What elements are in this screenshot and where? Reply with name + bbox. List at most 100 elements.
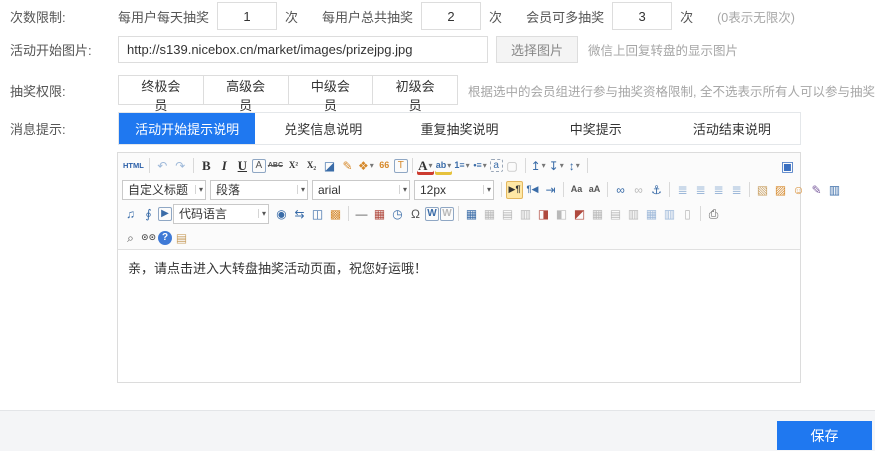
indent-icon[interactable]: ⇥: [542, 181, 559, 199]
member-option-intermediate[interactable]: 中级会员: [288, 75, 374, 105]
align-center-icon[interactable]: ≣: [692, 181, 709, 199]
direction-rtl-icon[interactable]: ¶◀: [524, 181, 541, 199]
paste-icon[interactable]: ▤: [173, 229, 190, 247]
insert-column-icon[interactable]: ◨: [535, 205, 552, 223]
clear-doc-icon[interactable]: ▢: [504, 157, 521, 175]
background-icon[interactable]: ▩: [327, 205, 344, 223]
preview-icon[interactable]: ⌕: [122, 229, 139, 247]
custom-title-select[interactable]: 自定义标题▾: [122, 180, 206, 200]
link-icon[interactable]: ∞: [612, 181, 629, 199]
align-right-icon[interactable]: ≣: [710, 181, 727, 199]
tab-activity-start-note[interactable]: 活动开始提示说明: [119, 113, 255, 144]
print-icon[interactable]: ⎙: [705, 205, 722, 223]
editor-content[interactable]: 亲，请点击进入大转盘抽奖活动页面，祝您好运哦！: [118, 249, 800, 382]
doc-convert-icon[interactable]: W: [440, 207, 454, 221]
superscript-icon[interactable]: X²: [285, 157, 302, 175]
code-language-select[interactable]: 代码语言▾: [173, 204, 269, 224]
paragraph-select[interactable]: 段落▾: [210, 180, 308, 200]
delete-table-icon[interactable]: ▦: [481, 205, 498, 223]
remove-format-icon[interactable]: ◪: [321, 157, 338, 175]
italic-icon[interactable]: I: [216, 157, 233, 175]
search-replace-icon[interactable]: ⊙⊙: [140, 229, 157, 247]
cell-props-icon[interactable]: ▥: [661, 205, 678, 223]
font-color-icon[interactable]: A: [417, 157, 434, 175]
strikethrough-icon[interactable]: ABC: [267, 157, 284, 175]
background-color-icon[interactable]: ab: [435, 157, 453, 175]
paste-plain-icon[interactable]: T: [394, 159, 408, 173]
ordered-list-icon[interactable]: 1≡: [453, 157, 470, 175]
insert-template-icon[interactable]: ◫: [309, 205, 326, 223]
split-column-icon[interactable]: ▥: [625, 205, 642, 223]
direction-ltr-icon[interactable]: ▶¶: [506, 181, 523, 199]
unlink-icon[interactable]: ∞: [630, 181, 647, 199]
row-spacing-top-icon[interactable]: ↥: [530, 157, 547, 175]
tab-redeem-info-note[interactable]: 兑奖信息说明: [255, 113, 391, 144]
tab-win-prompt[interactable]: 中奖提示: [528, 113, 664, 144]
align-justify-icon[interactable]: ≣: [728, 181, 745, 199]
code-language-select-value: 代码语言: [179, 205, 227, 222]
image-url-input[interactable]: [118, 36, 488, 63]
new-document-icon[interactable]: ▯: [679, 205, 696, 223]
page-break-icon[interactable]: ⇆: [291, 205, 308, 223]
tab-repeat-draw-note[interactable]: 重复抽奖说明: [391, 113, 527, 144]
unordered-list-icon[interactable]: •≡: [472, 157, 489, 175]
table-props-icon[interactable]: ▦: [643, 205, 660, 223]
start-image-note: 微信上回复转盘的显示图片: [588, 40, 738, 59]
table-header-icon[interactable]: ▤: [499, 205, 516, 223]
attachment-icon[interactable]: ∮: [140, 205, 157, 223]
member-option-ultimate[interactable]: 终极会员: [118, 75, 204, 105]
font-size-select[interactable]: 12px▾: [414, 180, 494, 200]
total-limit-group: 每用户总共抽奖 次: [322, 2, 502, 30]
emotion-icon[interactable]: ☺: [790, 181, 807, 199]
music-icon[interactable]: ♫: [122, 205, 139, 223]
tab-activity-end-note[interactable]: 活动结束说明: [664, 113, 800, 144]
blockquote-icon[interactable]: 66: [376, 157, 393, 175]
anchor-icon[interactable]: ⚓: [648, 181, 665, 199]
insert-video-icon[interactable]: ▥: [826, 181, 843, 199]
format-painter-icon[interactable]: ✎: [339, 157, 356, 175]
insert-code-icon[interactable]: ◉: [273, 205, 290, 223]
save-button[interactable]: 保存: [777, 421, 872, 450]
insert-image-icon[interactable]: ▨: [772, 181, 789, 199]
member-option-senior[interactable]: 高级会员: [203, 75, 289, 105]
bold-icon[interactable]: B: [198, 157, 215, 175]
dropdown-arrow-icon: ▾: [399, 185, 407, 194]
word-image-icon[interactable]: W: [425, 207, 439, 221]
total-limit-input[interactable]: [421, 2, 481, 30]
row-spacing-bottom-icon[interactable]: ↧: [548, 157, 565, 175]
special-chars-icon[interactable]: Ω: [407, 205, 424, 223]
html-source-icon[interactable]: HTML: [122, 157, 145, 175]
font-family-select[interactable]: arial▾: [312, 180, 410, 200]
delete-column-icon[interactable]: ◩: [571, 205, 588, 223]
permission-row: 抽奖权限: 终极会员 高级会员 中级会员 初级会员 根据选中的会员组进行参与抽奖…: [10, 74, 875, 106]
horizontal-rule-icon[interactable]: —: [353, 205, 370, 223]
member-extra-limit-input[interactable]: [612, 2, 672, 30]
redo-icon[interactable]: ↷: [172, 157, 189, 175]
auto-typeset-icon[interactable]: ❖: [357, 157, 375, 175]
fullscreen-icon[interactable]: ▣: [779, 157, 796, 175]
case-upper-icon[interactable]: Aa: [568, 181, 585, 199]
case-lower-icon[interactable]: aA: [586, 181, 603, 199]
insert-media-icon[interactable]: ▶: [158, 207, 172, 221]
merge-cells-icon[interactable]: ▦: [589, 205, 606, 223]
insert-row-icon[interactable]: ▥: [517, 205, 534, 223]
font-border-icon[interactable]: A: [252, 159, 266, 173]
undo-icon[interactable]: ↶: [154, 157, 171, 175]
insert-table-icon[interactable]: ▦: [463, 205, 480, 223]
subscript-icon[interactable]: X₂: [303, 157, 320, 175]
split-row-icon[interactable]: ▤: [607, 205, 624, 223]
underline-icon[interactable]: U: [234, 157, 251, 175]
insert-time-icon[interactable]: ◷: [389, 205, 406, 223]
member-option-junior[interactable]: 初级会员: [372, 75, 458, 105]
line-height-icon[interactable]: ↕: [566, 157, 583, 175]
image-icon[interactable]: ▧: [754, 181, 771, 199]
editor-toolbar-row-2: 自定义标题▾段落▾arial▾12px▾▶¶¶◀⇥AaaA∞∞⚓≣≣≣≣▧▨☺✎…: [118, 177, 800, 201]
delete-row-icon[interactable]: ◧: [553, 205, 570, 223]
align-left-icon[interactable]: ≣: [674, 181, 691, 199]
per-day-limit-input[interactable]: [217, 2, 277, 30]
choose-image-button[interactable]: 选择图片: [496, 36, 578, 63]
select-all-icon[interactable]: a: [490, 159, 503, 172]
scrawl-icon[interactable]: ✎: [808, 181, 825, 199]
help-icon[interactable]: ?: [158, 231, 172, 245]
insert-date-icon[interactable]: ▦: [371, 205, 388, 223]
